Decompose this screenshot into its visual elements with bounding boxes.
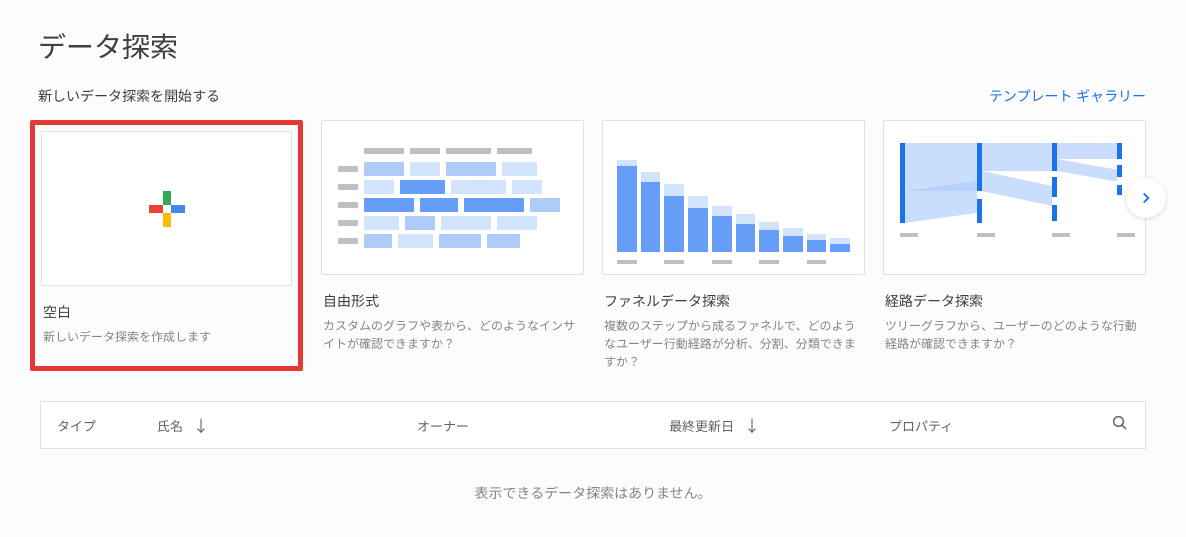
explorations-table-header: タイプ 氏名 ↓ オーナー 最終更新日 ↓ プロパティ (40, 401, 1146, 449)
page-title: データ探索 (0, 0, 1186, 66)
template-cards-row: 空白 新しいデータ探索を作成します (0, 106, 1186, 371)
freeform-thumbnail (322, 121, 583, 274)
empty-message: 表示できるデータ探索はありません。 (40, 483, 1146, 503)
page-subtitle: 新しいデータ探索を開始する (38, 86, 220, 106)
th-updated-label: 最終更新日 (669, 416, 734, 435)
sort-down-icon: ↓ (744, 413, 760, 437)
chevron-right-icon (1137, 189, 1155, 207)
card-freeform[interactable] (321, 120, 584, 275)
th-name[interactable]: 氏名 ↓ (157, 413, 367, 437)
th-name-label: 氏名 (157, 416, 183, 435)
search-button[interactable] (1099, 414, 1129, 436)
th-type[interactable]: タイプ (57, 416, 157, 435)
search-icon (1111, 414, 1129, 432)
plus-icon (149, 191, 185, 227)
card-freeform-desc: カスタムのグラフや表から、どのようなインサイトが確認できますか？ (321, 317, 584, 353)
card-path-desc: ツリーグラフから、ユーザーのどのような行動経路が確認できますか？ (883, 317, 1146, 353)
sort-down-icon: ↓ (193, 413, 209, 437)
card-path-title: 経路データ探索 (883, 291, 1146, 311)
card-funnel-desc: 複数のステップから成るファネルで、どのようなユーザー行動経路が分析、分割、分類で… (602, 317, 865, 371)
th-updated[interactable]: 最終更新日 ↓ (669, 413, 889, 437)
card-blank-highlight: 空白 新しいデータ探索を作成します (30, 120, 303, 371)
path-thumbnail (884, 121, 1145, 274)
card-funnel-title: ファネルデータ探索 (602, 291, 865, 311)
card-blank-title: 空白 (41, 302, 292, 322)
card-blank[interactable] (41, 131, 292, 286)
funnel-thumbnail (603, 121, 864, 274)
th-owner[interactable]: オーナー (367, 416, 669, 435)
card-path[interactable] (883, 120, 1146, 275)
card-blank-desc: 新しいデータ探索を作成します (41, 328, 292, 346)
template-gallery-link[interactable]: テンプレート ギャラリー (989, 86, 1146, 106)
card-freeform-title: 自由形式 (321, 291, 584, 311)
card-funnel[interactable] (602, 120, 865, 275)
next-arrow-button[interactable] (1126, 178, 1166, 218)
th-property[interactable]: プロパティ (889, 416, 1099, 435)
